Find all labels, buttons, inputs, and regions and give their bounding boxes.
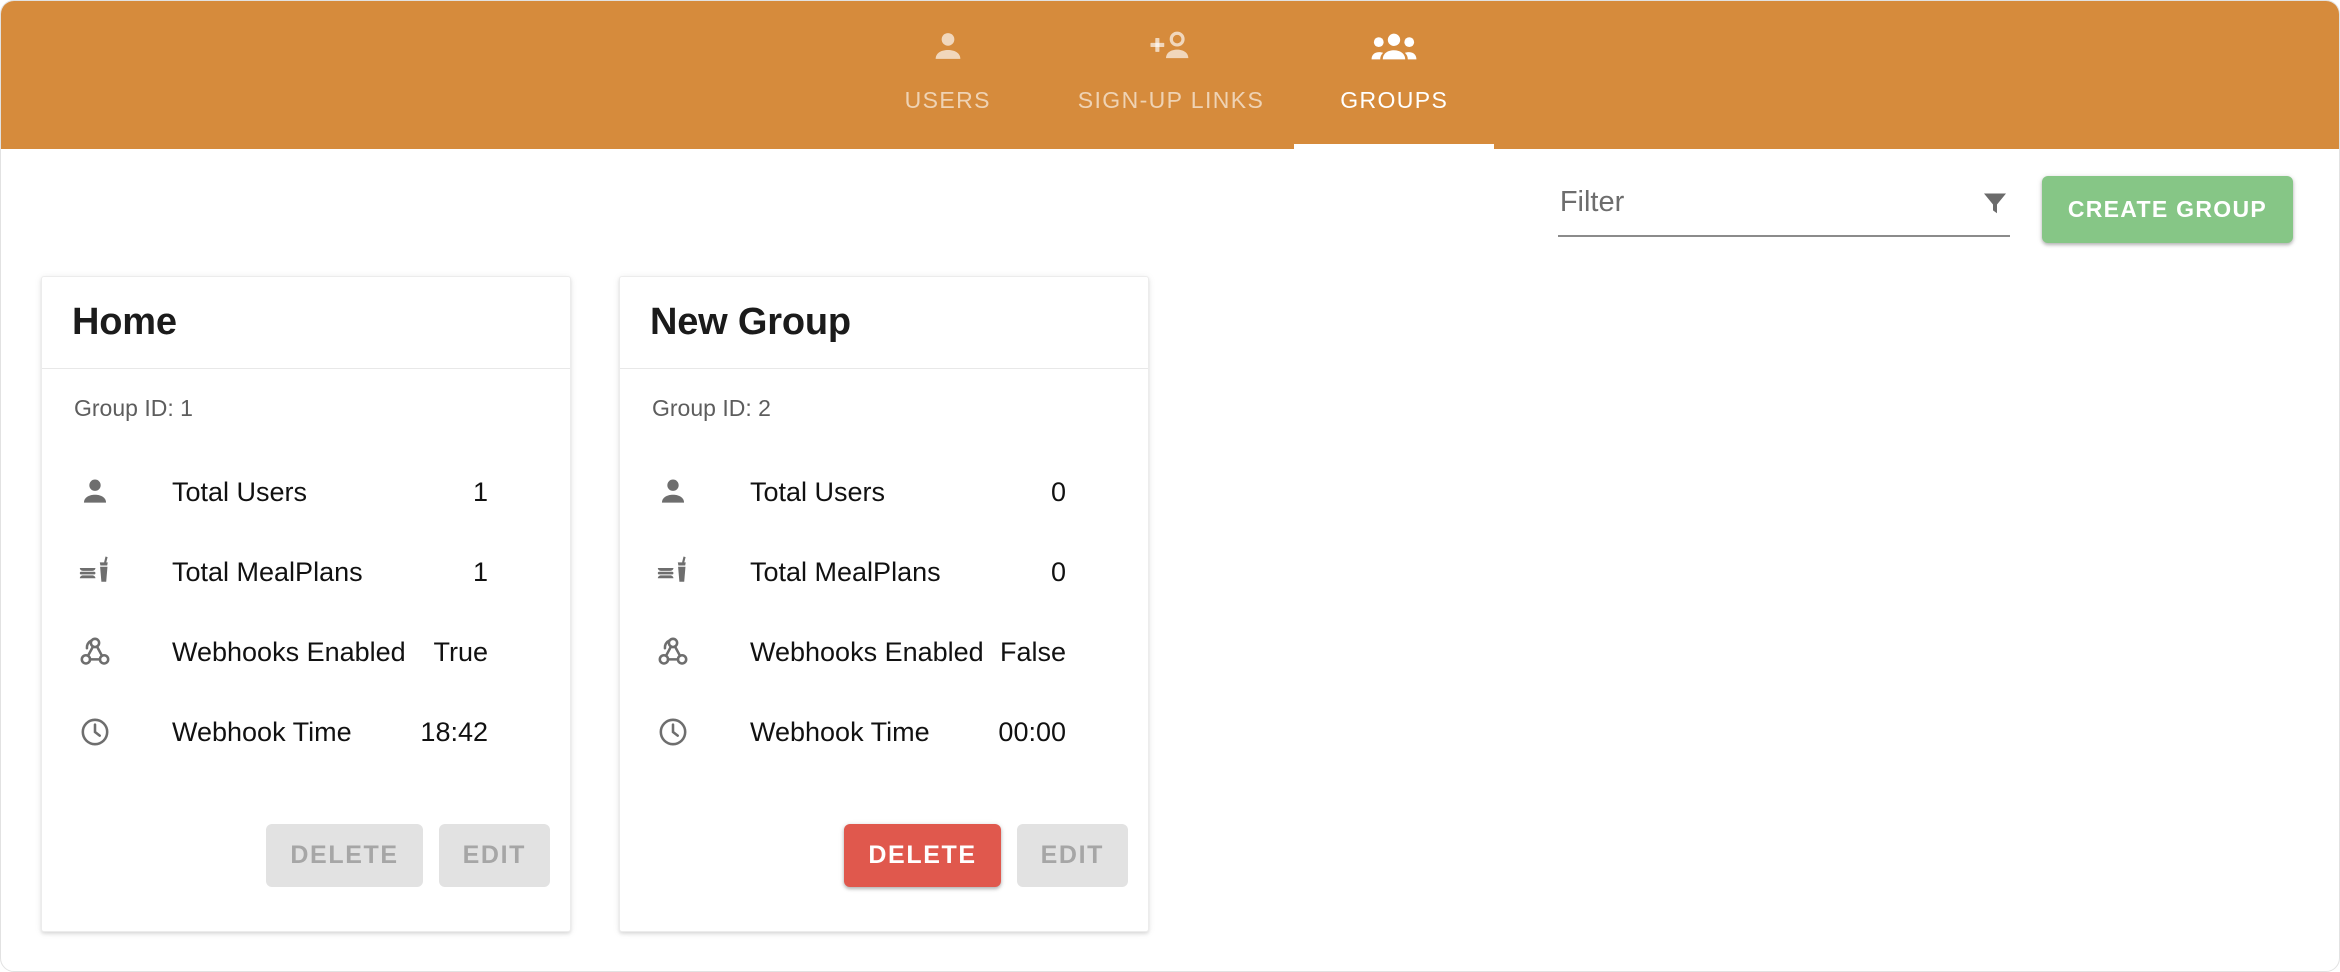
card-body: Group ID: 1 Total Users 1 bbox=[42, 369, 570, 796]
funnel-icon[interactable] bbox=[1980, 188, 2010, 218]
tab-groups[interactable]: GROUPS bbox=[1294, 1, 1494, 149]
filter-field bbox=[1558, 182, 2010, 237]
stat-value: 0 bbox=[1051, 557, 1118, 588]
group-card: New Group Group ID: 2 Total Users 0 bbox=[619, 276, 1149, 932]
card-header: New Group bbox=[620, 277, 1148, 369]
clock-icon bbox=[72, 715, 130, 749]
top-navbar: USERS SIGN-UP LINKS bbox=[1, 1, 2340, 149]
groups-icon bbox=[1371, 21, 1417, 73]
card-title: New Group bbox=[650, 301, 851, 344]
clock-icon bbox=[650, 715, 708, 749]
tab-signup-links-label: SIGN-UP LINKS bbox=[1078, 87, 1265, 114]
webhook-icon bbox=[650, 635, 708, 669]
stat-label: Total MealPlans bbox=[708, 557, 1051, 588]
stat-value: 0 bbox=[1051, 477, 1118, 508]
nav-tabs: USERS SIGN-UP LINKS bbox=[848, 1, 1495, 149]
person-icon bbox=[650, 475, 708, 509]
stat-value: 18:42 bbox=[420, 717, 540, 748]
stat-row-webhook-time: Webhook Time 18:42 bbox=[72, 692, 540, 772]
stat-label: Webhook Time bbox=[130, 717, 420, 748]
filter-input[interactable] bbox=[1558, 182, 1970, 225]
stat-label: Webhooks Enabled bbox=[130, 637, 433, 668]
delete-button[interactable]: DELETE bbox=[844, 824, 1000, 887]
tab-groups-label: GROUPS bbox=[1340, 87, 1448, 114]
stat-label: Total MealPlans bbox=[130, 557, 473, 588]
stat-row-webhooks-enabled: Webhooks Enabled False bbox=[650, 612, 1118, 692]
stat-value: 1 bbox=[473, 477, 540, 508]
card-title: Home bbox=[72, 301, 177, 344]
delete-button: DELETE bbox=[266, 824, 422, 887]
stat-label: Webhooks Enabled bbox=[708, 637, 1000, 668]
stat-value: 1 bbox=[473, 557, 540, 588]
person-icon bbox=[929, 21, 967, 73]
tab-users-label: USERS bbox=[905, 87, 991, 114]
stat-label: Webhook Time bbox=[708, 717, 998, 748]
group-id-label: Group ID: 1 bbox=[74, 395, 540, 422]
card-actions: DELETE EDIT bbox=[620, 796, 1148, 931]
card-header: Home bbox=[42, 277, 570, 369]
stat-label: Total Users bbox=[130, 477, 473, 508]
edit-button: EDIT bbox=[1017, 824, 1128, 887]
stat-value: False bbox=[1000, 637, 1118, 668]
card-actions: DELETE EDIT bbox=[42, 796, 570, 931]
person-icon bbox=[72, 475, 130, 509]
stat-row-total-mealplans: Total MealPlans 0 bbox=[650, 532, 1118, 612]
tab-signup-links[interactable]: SIGN-UP LINKS bbox=[1048, 1, 1295, 149]
tab-users[interactable]: USERS bbox=[848, 1, 1048, 149]
stat-row-total-users: Total Users 1 bbox=[72, 452, 540, 532]
toolbar: CREATE GROUP bbox=[1, 149, 2340, 269]
create-group-button[interactable]: CREATE GROUP bbox=[2042, 176, 2293, 243]
stat-row-total-mealplans: Total MealPlans 1 bbox=[72, 532, 540, 612]
stat-row-total-users: Total Users 0 bbox=[650, 452, 1118, 532]
stat-value: 00:00 bbox=[998, 717, 1118, 748]
stat-value: True bbox=[433, 637, 540, 668]
edit-button: EDIT bbox=[439, 824, 550, 887]
group-card: Home Group ID: 1 Total Users 1 bbox=[41, 276, 571, 932]
fastfood-icon bbox=[72, 555, 130, 589]
person-add-icon bbox=[1149, 21, 1193, 73]
stat-row-webhook-time: Webhook Time 00:00 bbox=[650, 692, 1118, 772]
card-body: Group ID: 2 Total Users 0 bbox=[620, 369, 1148, 796]
stat-label: Total Users bbox=[708, 477, 1051, 508]
webhook-icon bbox=[72, 635, 130, 669]
stat-row-webhooks-enabled: Webhooks Enabled True bbox=[72, 612, 540, 692]
group-id-label: Group ID: 2 bbox=[652, 395, 1118, 422]
fastfood-icon bbox=[650, 555, 708, 589]
app-window: USERS SIGN-UP LINKS bbox=[0, 0, 2340, 972]
group-card-list: Home Group ID: 1 Total Users 1 bbox=[41, 276, 1149, 932]
